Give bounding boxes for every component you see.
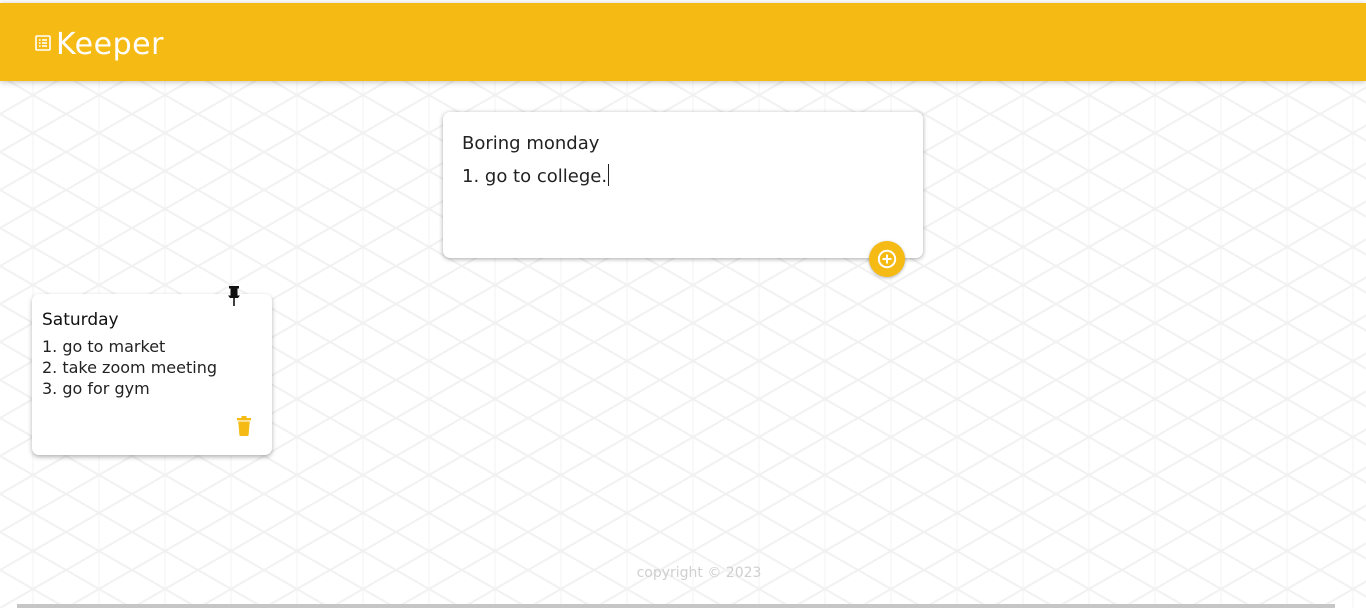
horizontal-scrollbar[interactable] — [17, 604, 1335, 608]
copyright-text: copyright © 2023 — [636, 565, 762, 581]
note-title: Saturday — [42, 310, 119, 330]
note-title-input[interactable]: Boring monday — [462, 132, 599, 156]
note-content-textarea[interactable]: 1. go to college. — [462, 164, 610, 189]
trash-icon — [237, 416, 251, 436]
create-note-form: Boring monday 1. go to college. — [443, 112, 923, 258]
note-line: 2. take zoom meeting — [42, 358, 217, 377]
note-list-icon — [35, 35, 51, 51]
add-circle-icon — [877, 249, 897, 269]
app-header: Keeper — [0, 3, 1366, 81]
page: Keeper Boring monday 1. go to college. S… — [0, 0, 1366, 608]
delete-note-button[interactable] — [232, 414, 256, 438]
pin-icon[interactable] — [225, 285, 243, 307]
note-card: Saturday 1. go to market 2. take zoom me… — [32, 286, 272, 455]
footer: copyright © 2023 — [0, 563, 1366, 583]
note-line: 3. go for gym — [42, 379, 150, 398]
app-title: Keeper — [56, 27, 164, 62]
note-content: 1. go to market 2. take zoom meeting 3. … — [42, 336, 217, 399]
add-note-button[interactable] — [869, 241, 905, 277]
text-cursor — [608, 164, 610, 186]
note-line: 1. go to market — [42, 337, 166, 356]
note-content-text: 1. go to college. — [462, 166, 608, 187]
